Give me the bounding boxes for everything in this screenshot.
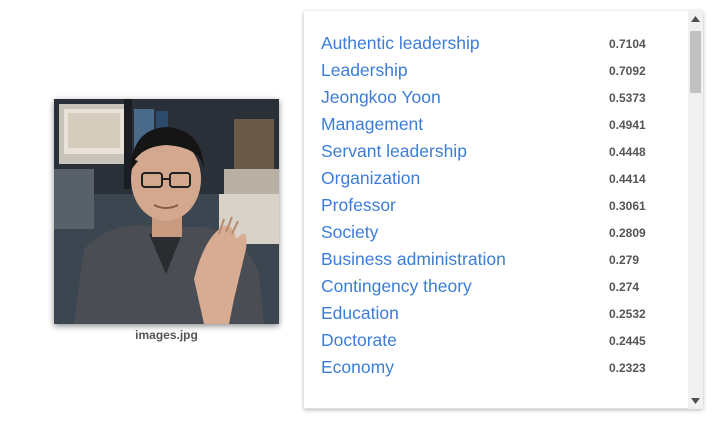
scroll-thumb[interactable] [690, 31, 701, 93]
label-row[interactable]: Servant leadership 0.4448 [304, 138, 688, 165]
label-row[interactable]: Jeongkoo Yoon 0.5373 [304, 84, 688, 111]
label-score: 0.4414 [609, 171, 646, 186]
label-name[interactable]: Education [321, 303, 399, 324]
label-name[interactable]: Society [321, 222, 378, 243]
scroll-down-button[interactable] [688, 393, 703, 409]
label-row[interactable]: Organization 0.4414 [304, 165, 688, 192]
label-score: 0.4448 [609, 144, 646, 159]
triangle-up-icon [691, 16, 700, 22]
label-name[interactable]: Economy [321, 357, 394, 378]
labels-list: Authentic leadership 0.7104 Leadership 0… [304, 30, 688, 381]
label-row[interactable]: Leadership 0.7092 [304, 57, 688, 84]
label-row[interactable]: Professor 0.3061 [304, 192, 688, 219]
label-row[interactable]: Authentic leadership 0.7104 [304, 30, 688, 57]
vertical-scrollbar[interactable] [688, 11, 703, 409]
label-score: 0.279 [609, 252, 640, 267]
label-score: 0.5373 [609, 90, 646, 105]
label-name[interactable]: Contingency theory [321, 276, 472, 297]
label-score: 0.7092 [609, 63, 646, 78]
label-score: 0.274 [609, 279, 640, 294]
label-row[interactable]: Management 0.4941 [304, 111, 688, 138]
label-row[interactable]: Contingency theory 0.274 [304, 273, 688, 300]
label-score: 0.2445 [609, 333, 646, 348]
label-row[interactable]: Education 0.2532 [304, 300, 688, 327]
label-name[interactable]: Business administration [321, 249, 506, 270]
labels-panel: Authentic leadership 0.7104 Leadership 0… [304, 11, 703, 409]
label-score: 0.4941 [609, 117, 646, 132]
label-name[interactable]: Organization [321, 168, 420, 189]
label-score: 0.3061 [609, 198, 646, 213]
label-score: 0.7104 [609, 36, 646, 51]
label-row[interactable]: Business administration 0.279 [304, 246, 688, 273]
label-name[interactable]: Professor [321, 195, 396, 216]
vision-results-view: images.jpg Authentic leadership 0.7104 L… [0, 0, 721, 424]
label-score: 0.2809 [609, 225, 646, 240]
triangle-down-icon [691, 398, 700, 404]
portrait-image [54, 99, 279, 324]
image-caption: images.jpg [135, 328, 198, 342]
label-name[interactable]: Doctorate [321, 330, 397, 351]
label-name[interactable]: Servant leadership [321, 141, 467, 162]
label-row[interactable]: Society 0.2809 [304, 219, 688, 246]
label-row[interactable]: Doctorate 0.2445 [304, 327, 688, 354]
scroll-up-button[interactable] [688, 11, 703, 27]
label-name[interactable]: Leadership [321, 60, 408, 81]
label-row[interactable]: Economy 0.2323 [304, 354, 688, 381]
label-name[interactable]: Jeongkoo Yoon [321, 87, 441, 108]
panel-bottom-divider [304, 408, 688, 409]
label-score: 0.2532 [609, 306, 646, 321]
label-name[interactable]: Management [321, 114, 423, 135]
label-score: 0.2323 [609, 360, 646, 375]
uploaded-photo [54, 99, 279, 324]
label-name[interactable]: Authentic leadership [321, 33, 480, 54]
